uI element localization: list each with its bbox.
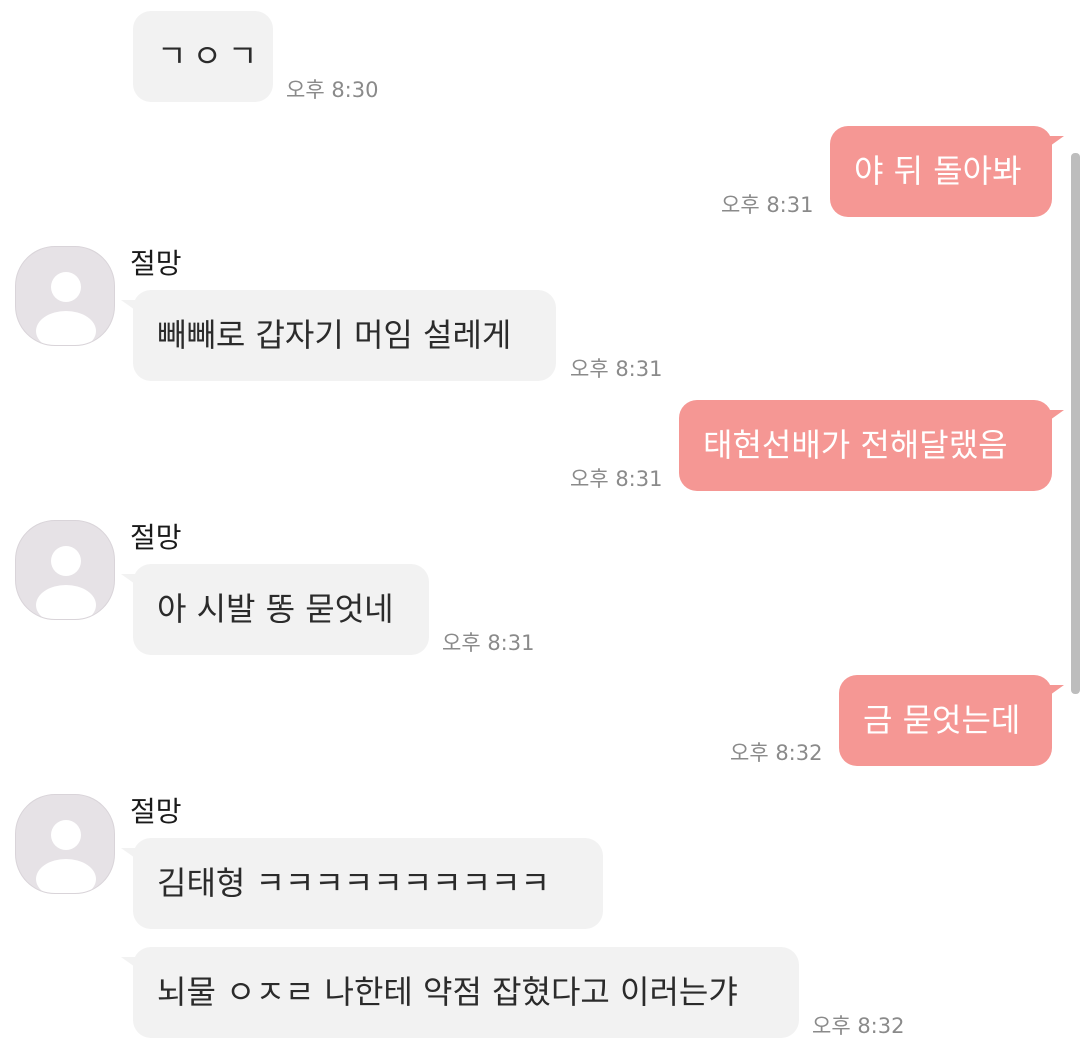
incoming-message-bubble[interactable]: ㄱㅇㄱ: [133, 11, 273, 102]
chat-scrollbar[interactable]: [1071, 153, 1080, 694]
default-person-avatar-icon: [36, 820, 96, 893]
incoming-message-bubble[interactable]: 김태형 ㅋㅋㅋㅋㅋㅋㅋㅋㅋㅋ: [121, 838, 603, 929]
chat-message-list[interactable]: ㄱㅇㄱ 오후 8:30 야 뒤 돌아봐 오후 8:31 절망 빼빼로 갑자기 머…: [0, 0, 1080, 1049]
outgoing-message-bubble[interactable]: 태현선배가 전해달랬음: [679, 400, 1064, 491]
sender-name: 절망: [130, 795, 182, 828]
message-timestamp: 오후 8:32: [730, 741, 823, 765]
default-person-avatar-icon: [36, 546, 96, 619]
message-timestamp: 오후 8:32: [812, 1014, 905, 1038]
message-timestamp: 오후 8:31: [570, 467, 663, 491]
contact-avatar[interactable]: [15, 520, 115, 620]
message-timestamp: 오후 8:31: [442, 631, 535, 655]
outgoing-message-bubble[interactable]: 금 묻엇는데: [839, 675, 1064, 766]
incoming-message-bubble[interactable]: 뇌물 ㅇㅈㄹ 나한테 약점 잡혔다고 이러는갸: [121, 947, 799, 1038]
incoming-message-bubble[interactable]: 빼빼로 갑자기 머임 설레게: [121, 290, 556, 381]
message-timestamp: 오후 8:31: [721, 193, 814, 217]
incoming-message-bubble[interactable]: 아 시발 똥 묻엇네: [121, 564, 429, 655]
message-timestamp: 오후 8:30: [286, 78, 379, 102]
message-timestamp: 오후 8:31: [570, 357, 663, 381]
default-person-avatar-icon: [36, 272, 96, 345]
contact-avatar[interactable]: [15, 246, 115, 346]
outgoing-message-bubble[interactable]: 야 뒤 돌아봐: [830, 126, 1064, 217]
sender-name: 절망: [130, 247, 182, 280]
contact-avatar[interactable]: [15, 794, 115, 894]
sender-name: 절망: [130, 521, 182, 554]
